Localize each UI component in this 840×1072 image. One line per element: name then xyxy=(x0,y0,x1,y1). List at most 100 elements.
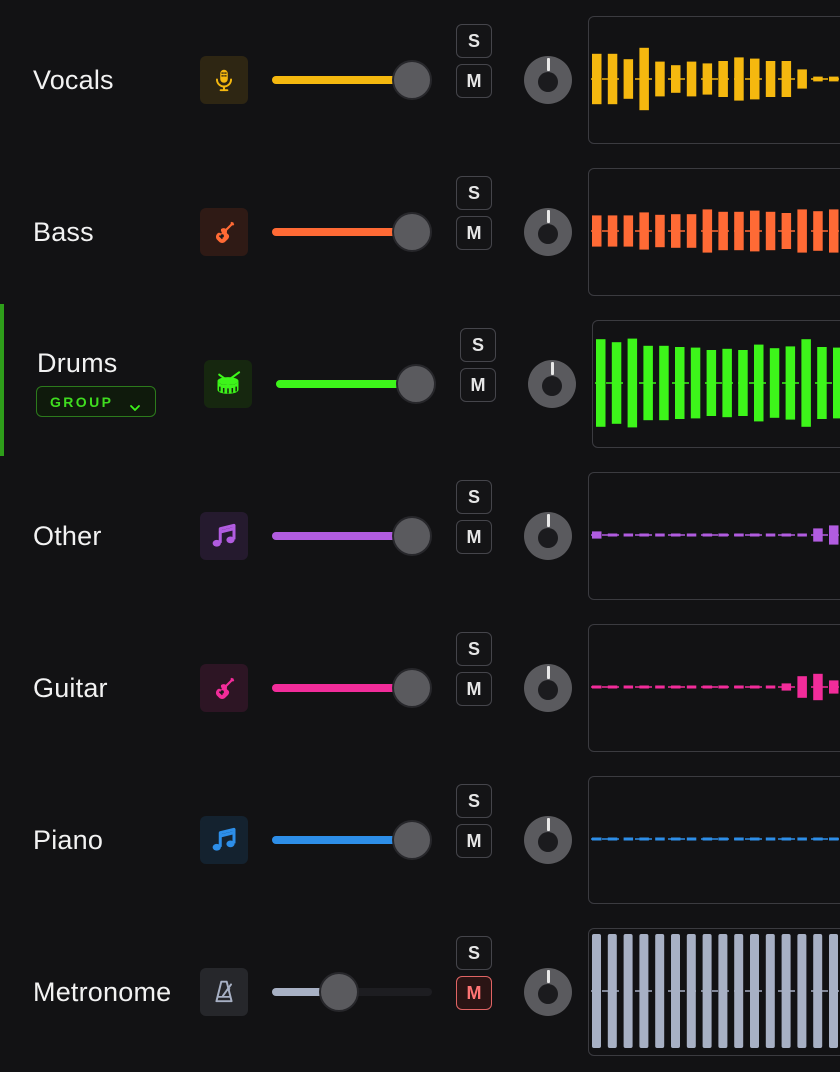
waveform-bar xyxy=(607,533,618,537)
pan-knob[interactable] xyxy=(524,208,572,256)
volume-slider-thumb[interactable] xyxy=(392,820,432,860)
mute-button[interactable]: M xyxy=(456,216,492,250)
waveform-display[interactable] xyxy=(588,472,840,600)
waveform-bar xyxy=(750,58,760,100)
waveform-bar xyxy=(607,215,618,247)
waveform-bar xyxy=(702,63,713,95)
waveform-bar xyxy=(623,533,634,537)
waveform-svg xyxy=(591,934,840,1048)
waveform-svg xyxy=(595,338,840,428)
track-row-guitar[interactable]: Guitar S M xyxy=(0,608,840,760)
mute-button[interactable]: M xyxy=(460,368,496,402)
waveform-bar xyxy=(702,685,713,689)
waveform-display[interactable] xyxy=(588,624,840,752)
mute-button[interactable]: M xyxy=(456,824,492,858)
volume-slider[interactable] xyxy=(276,360,436,408)
waveform-svg xyxy=(591,525,840,545)
solo-button[interactable]: S xyxy=(456,632,492,666)
waveform-svg xyxy=(591,837,840,841)
mute-button[interactable]: M xyxy=(456,672,492,706)
solo-button[interactable]: S xyxy=(456,784,492,818)
waveform-bar xyxy=(623,59,634,99)
waveform-bar xyxy=(671,65,681,93)
guitar-icon xyxy=(200,208,248,256)
waveform-display[interactable] xyxy=(588,776,840,904)
mute-button[interactable]: M xyxy=(456,976,492,1010)
waveform-bar xyxy=(718,211,728,251)
waveform-bar xyxy=(765,837,776,841)
waveform-bar xyxy=(781,533,792,537)
track-row-vocals[interactable]: Vocals S M xyxy=(0,0,840,152)
track-row-drums[interactable]: Drums GROUP S M xyxy=(0,304,840,456)
volume-slider[interactable] xyxy=(272,968,432,1016)
solo-button[interactable]: S xyxy=(456,936,492,970)
track-row-bass[interactable]: Bass S M xyxy=(0,152,840,304)
pan-knob[interactable] xyxy=(524,512,572,560)
volume-slider-thumb[interactable] xyxy=(392,60,432,100)
pan-knob-center xyxy=(538,224,558,244)
volume-slider[interactable] xyxy=(272,208,432,256)
waveform-bar xyxy=(592,53,602,105)
waveform-bar xyxy=(833,347,840,419)
waveform-bar xyxy=(592,837,602,841)
pan-knob-indicator xyxy=(546,666,550,679)
waveform-bar xyxy=(785,346,796,420)
track-name: Other xyxy=(33,521,102,551)
volume-slider-fill xyxy=(272,76,412,84)
volume-slider-thumb[interactable] xyxy=(319,972,359,1012)
waveform-bar xyxy=(813,211,823,251)
waveform-svg xyxy=(591,209,840,253)
track-row-piano[interactable]: Piano S M xyxy=(0,760,840,912)
waveform-bar xyxy=(623,215,634,247)
volume-slider[interactable] xyxy=(272,816,432,864)
solo-button[interactable]: S xyxy=(456,176,492,210)
waveform-bar xyxy=(829,680,839,694)
waveform-bar xyxy=(607,685,618,689)
waveform-bar xyxy=(686,685,697,689)
waveform-bar xyxy=(702,837,713,841)
pan-knob-center xyxy=(538,832,558,852)
track-row-other[interactable]: Other S M xyxy=(0,456,840,608)
waveform-bar xyxy=(765,533,776,537)
waveform-bar xyxy=(596,339,606,427)
solo-button[interactable]: S xyxy=(456,24,492,58)
waveform-bar xyxy=(592,685,602,689)
waveform-display[interactable] xyxy=(588,16,840,144)
track-row-metronome[interactable]: Metronome S M xyxy=(0,912,840,1064)
solo-button[interactable]: S xyxy=(460,328,496,362)
waveform-bar xyxy=(797,209,807,253)
waveform-bar xyxy=(686,533,697,537)
waveform-bar xyxy=(813,76,823,82)
waveform-bar xyxy=(639,212,649,250)
pan-knob-center xyxy=(538,984,558,1004)
volume-slider[interactable] xyxy=(272,664,432,712)
selected-track-indicator xyxy=(0,304,4,456)
waveform-bar xyxy=(750,934,759,1048)
solo-button[interactable]: S xyxy=(456,480,492,514)
pan-knob[interactable] xyxy=(528,360,576,408)
waveform-display[interactable] xyxy=(588,928,840,1056)
volume-slider[interactable] xyxy=(272,512,432,560)
waveform-bar xyxy=(813,673,823,701)
waveform-bar xyxy=(675,347,685,419)
waveform-bar xyxy=(765,61,776,97)
waveform-display[interactable] xyxy=(592,320,840,448)
volume-slider-thumb[interactable] xyxy=(392,516,432,556)
pan-knob[interactable] xyxy=(524,968,572,1016)
pan-knob[interactable] xyxy=(524,664,572,712)
pan-knob[interactable] xyxy=(524,816,572,864)
volume-slider-thumb[interactable] xyxy=(392,668,432,708)
mute-button[interactable]: M xyxy=(456,64,492,98)
mute-button[interactable]: M xyxy=(456,520,492,554)
waveform-bar xyxy=(718,61,728,97)
volume-slider[interactable] xyxy=(272,56,432,104)
waveform-bar xyxy=(738,350,748,416)
volume-slider-thumb[interactable] xyxy=(392,212,432,252)
chevron-down-icon xyxy=(129,395,141,423)
waveform-bar xyxy=(671,685,681,689)
volume-slider-thumb[interactable] xyxy=(396,364,436,404)
pan-knob[interactable] xyxy=(524,56,572,104)
group-label: GROUP xyxy=(50,394,114,410)
group-dropdown-button[interactable]: GROUP xyxy=(36,386,156,417)
waveform-display[interactable] xyxy=(588,168,840,296)
